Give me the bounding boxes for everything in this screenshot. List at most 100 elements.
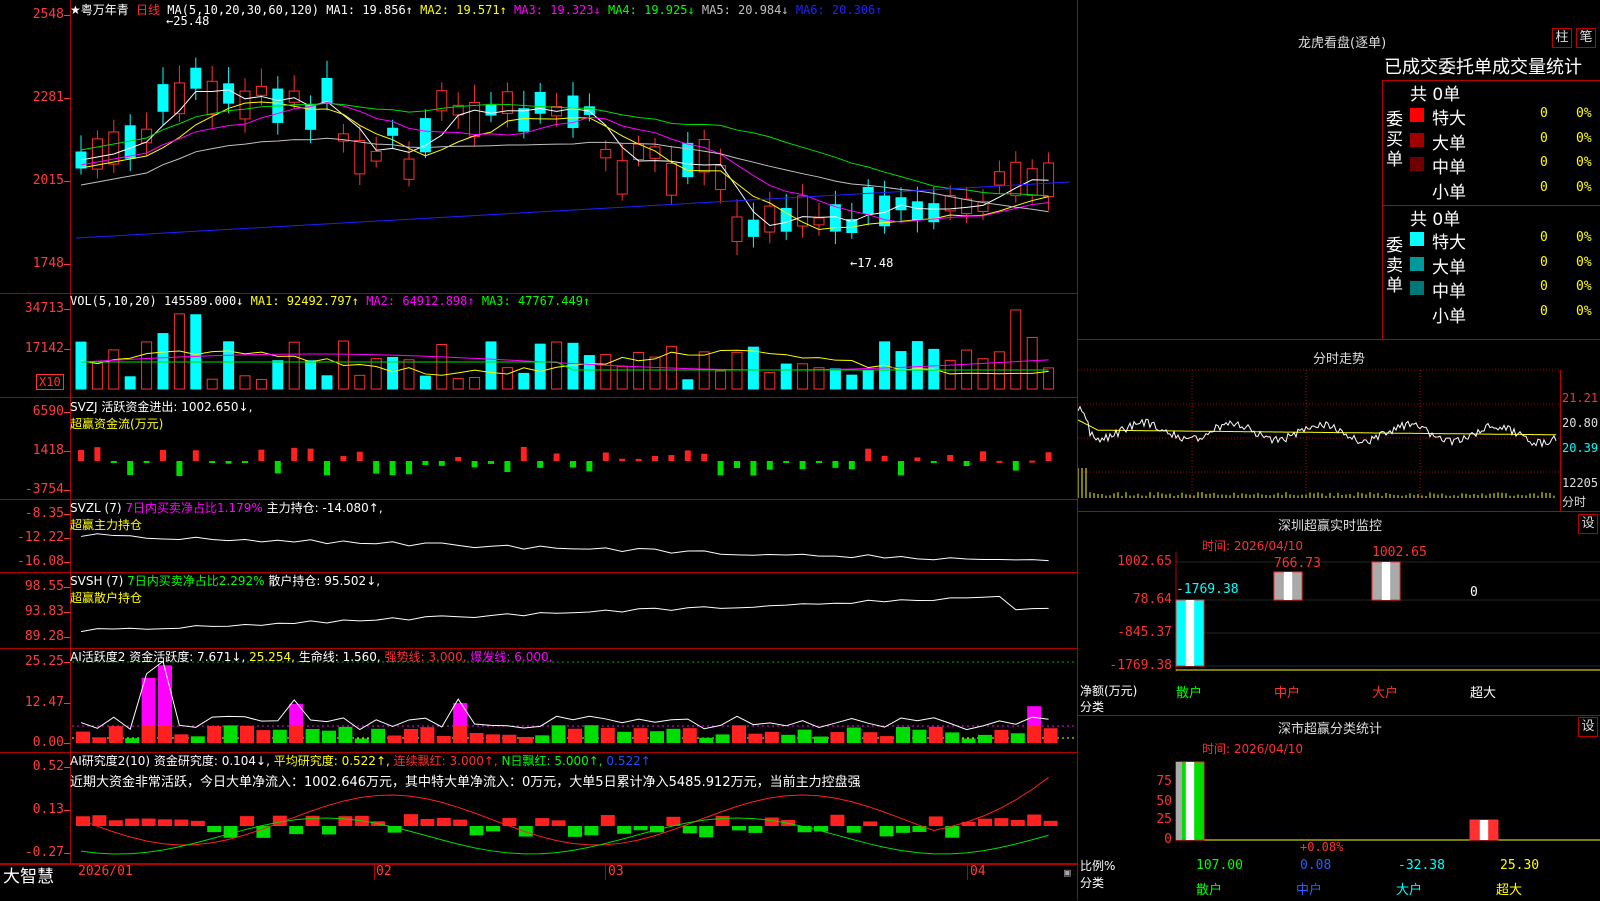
candle-body: [895, 197, 907, 211]
ai2-bar: [453, 819, 468, 826]
candle-body: [206, 80, 218, 115]
monitor-cat-3: 超大: [1470, 686, 1497, 701]
candle-body: [501, 91, 513, 114]
volume-bar: [157, 333, 169, 390]
volume-bar: [305, 360, 317, 390]
volume-bar: [91, 361, 103, 390]
ai2-bar: [436, 817, 451, 826]
intraday-chart[interactable]: [1078, 362, 1600, 512]
svzj-bar: [143, 461, 150, 463]
ai1-bar: [879, 736, 894, 743]
ai2-bar: [158, 819, 172, 826]
ai2-bar: [174, 819, 189, 826]
volume-bar: [370, 358, 382, 390]
svzl-tick-0: -8.35: [24, 506, 64, 521]
ai1-bar: [666, 728, 681, 743]
candle-body: [911, 201, 923, 221]
ai2-bar: [518, 826, 533, 837]
ai2-value-0: AI研究度2(10) 资金研究度: 0.104↓,: [70, 754, 274, 768]
vol-values: 145589.000↓ MA1: 92492.797↑ MA2: 64912.8…: [164, 294, 590, 308]
ai2-bar: [141, 818, 156, 826]
svzj-bar: [652, 455, 658, 461]
ai1-bar: [354, 738, 369, 743]
svzj-bar: [340, 456, 347, 461]
x-label-jan: 2026/01: [78, 864, 133, 879]
monitor-bar-large-shine: [1381, 562, 1391, 600]
ai2-bar: [404, 814, 418, 826]
classify-ylabel: 比例%: [1080, 859, 1116, 873]
candle-body: [633, 143, 645, 160]
ai1-bar-base: [289, 726, 304, 743]
ai1-bar: [551, 725, 566, 743]
vol-tickmark-0: [64, 309, 70, 310]
lock-icon[interactable]: ▣: [1064, 866, 1071, 879]
bar-mode-button[interactable]: 柱: [1552, 28, 1572, 48]
svzj-bar: [324, 461, 330, 476]
price-tick-3: 1748: [32, 256, 64, 271]
buy-row-color-1: [1410, 132, 1424, 147]
volume-bar: [747, 346, 759, 390]
ai1-bar: [863, 732, 878, 743]
volume-bar: [124, 376, 136, 390]
svzj-tickmark-0: [64, 412, 70, 413]
ai-research-header: AI研究度2(10) 资金研究度: 0.104↓, 平均研究度: 0.522↑,…: [70, 752, 651, 769]
sell-row-pct-1: 0%: [1576, 254, 1592, 270]
buy-row-color-2: [1410, 157, 1424, 171]
svzj-bar: [799, 461, 806, 470]
volume-bar: [469, 377, 481, 390]
x-tick-1: [374, 864, 375, 880]
svzl-tickmark-2: [64, 562, 70, 563]
ai2-bar: [715, 815, 730, 826]
classify-ytick-1: 50: [1156, 794, 1172, 809]
ai1-bar: [715, 734, 730, 743]
ai2-bar: [1010, 819, 1025, 826]
ai2-tick-2: -0.27: [24, 845, 64, 860]
volume-bar: [223, 341, 235, 390]
volume-bar: [436, 343, 448, 390]
volume-bar: [239, 375, 251, 390]
sell-row-pct-0: 0%: [1576, 230, 1592, 245]
sell-label: 委卖单: [1386, 236, 1403, 296]
svzj-bar: [766, 461, 773, 470]
svzl-label-c: 主力持仓: -14.080↑,: [266, 501, 383, 515]
classify-ytick-2: 25: [1156, 812, 1172, 827]
ai2-tickmark-0: [64, 767, 70, 768]
svzl-tick-1: -12.22: [17, 530, 64, 545]
ai1-tick-2: 0.00: [32, 735, 64, 750]
candle-body: [616, 160, 628, 195]
x-axis-bar: [0, 864, 1078, 901]
dragon-header: 已成交委托单成交量统计: [1384, 57, 1582, 78]
ai1-bar: [535, 735, 550, 743]
svzj-bar: [192, 450, 199, 461]
ai2-bar: [1027, 814, 1042, 826]
ai2-bar: [830, 814, 845, 826]
period-label[interactable]: 日线: [136, 3, 160, 17]
svzl-label-a: SVZL (7): [70, 501, 122, 515]
svsh-tickmark-0: [64, 587, 70, 588]
ai2-bar: [305, 815, 320, 826]
ai1-bar: [748, 733, 763, 743]
ai1-tick-1: 12.47: [24, 695, 64, 710]
svzj-bar: [1012, 461, 1019, 471]
vol-value-2: MA2: 64912.898↑: [366, 294, 482, 308]
monitor-bar-label-1: 766.73: [1274, 556, 1321, 571]
ai2-bar: [207, 826, 222, 833]
svzj-bar: [455, 456, 462, 461]
monitor-ytick-0: 1002.65: [1117, 554, 1172, 569]
stock-name[interactable]: ★粤万年青: [70, 3, 129, 17]
svsh-sub: 超赢散户持仓: [70, 591, 143, 605]
ai1-bar: [207, 726, 222, 743]
ai1-bar: [994, 729, 1009, 743]
brand-label[interactable]: 大智慧: [3, 862, 54, 887]
sell-row-name-1: 大单: [1432, 257, 1466, 278]
vol-value-0: 145589.000↓: [163, 294, 251, 308]
monitor-bar-retail-shine: [1185, 600, 1195, 666]
buy-row-color-3: [1410, 181, 1424, 196]
buy-total: 共 0单: [1410, 85, 1461, 105]
classify-bar-retail-gray: [1176, 762, 1182, 840]
svzj-bar: [78, 449, 84, 461]
volume-bar: [780, 363, 792, 390]
tick-mode-button[interactable]: 笔: [1576, 28, 1596, 48]
volume-bar: [354, 374, 366, 390]
ai2-bar: [633, 826, 648, 831]
